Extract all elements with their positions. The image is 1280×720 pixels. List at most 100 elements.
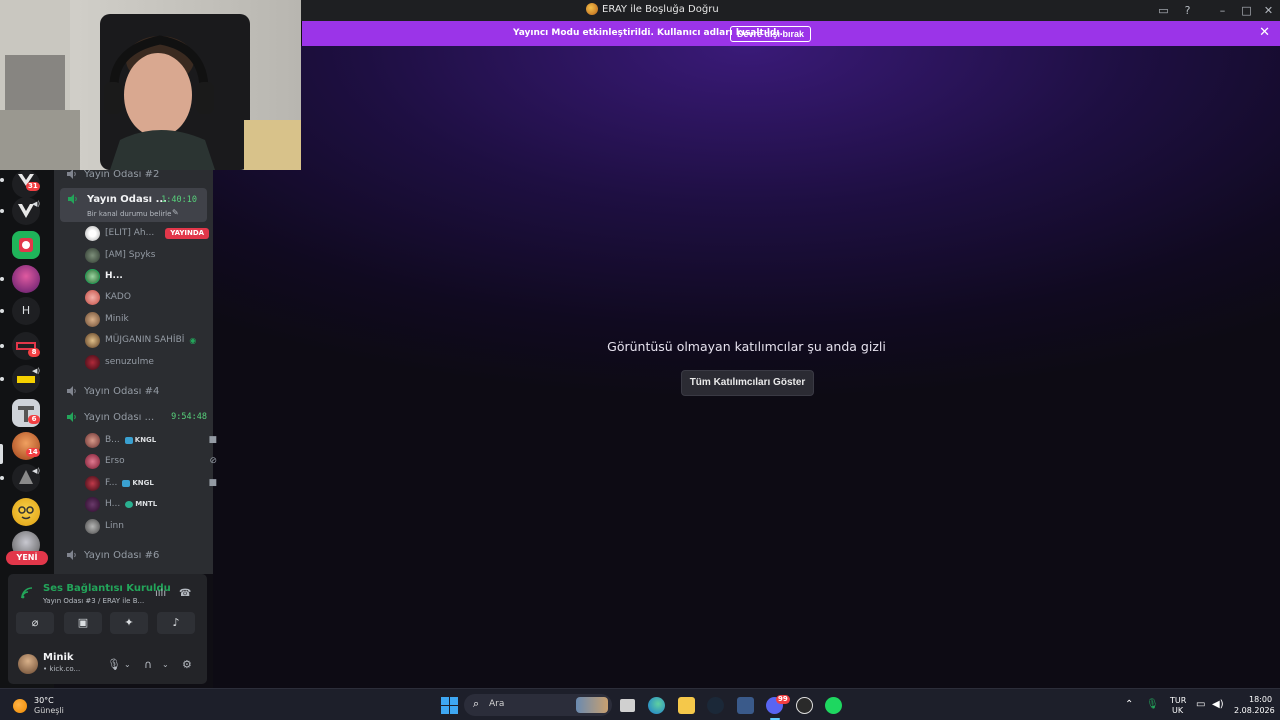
tag-label: KNGL [132, 479, 154, 487]
voice-member[interactable]: Linn [85, 517, 124, 535]
voice-member[interactable]: [AM] Spyks [85, 246, 155, 264]
close-banner-icon[interactable]: ✕ [1259, 26, 1270, 40]
edge-browser-icon[interactable] [648, 697, 665, 714]
inbox-icon[interactable]: ▭ [1157, 4, 1170, 17]
channel-timer: 1:40:10 [161, 195, 197, 205]
voice-member[interactable]: B... KNGL ■ [85, 431, 217, 449]
voice-member[interactable]: KADO [85, 288, 131, 306]
edit-pencil-icon[interactable]: ✎ [172, 208, 179, 217]
voice-channel[interactable]: Yayın Odası #4 [66, 382, 159, 400]
weather-description[interactable]: Güneşli [34, 706, 64, 715]
screen-share-button[interactable]: ▣ [64, 612, 102, 634]
taskbar-search[interactable]: ⌕ Ara [464, 694, 612, 716]
network-icon[interactable]: ▭ [1196, 699, 1205, 710]
voice-channel-path[interactable]: Yayın Odası #3 / ERAY ile B... [43, 597, 144, 605]
file-explorer-icon[interactable] [678, 697, 695, 714]
voice-member[interactable]: [ELIT] Ah... YAYINDA [85, 224, 210, 242]
voice-member[interactable]: H... [85, 267, 123, 285]
member-name: [AM] Spyks [105, 250, 156, 260]
voice-member[interactable]: H... MNTL [85, 495, 157, 513]
voice-member[interactable]: Minik [85, 310, 129, 328]
task-view-icon[interactable] [620, 699, 635, 712]
server-icon[interactable]: H [12, 297, 40, 325]
app-icon[interactable] [796, 697, 813, 714]
member-tag: KNGL [124, 436, 157, 444]
close-window-icon[interactable]: ✕ [1262, 4, 1275, 17]
avatar [85, 354, 100, 370]
clock-date[interactable]: 2.08.2026 [1234, 706, 1275, 715]
voice-connection-panel: Ses Bağlantısı Kuruldu Yayın Odası #3 / … [8, 574, 207, 684]
tag-label: KNGL [134, 436, 157, 444]
channel-name: Yayın Odası #6 [84, 549, 160, 561]
microphone-icon[interactable]: 🎙︎ [107, 658, 121, 671]
settings-gear-icon[interactable]: ⚙ [182, 658, 192, 671]
voice-channel[interactable]: Yayın Odası #6 [66, 546, 159, 564]
channel-status[interactable]: Bir kanal durumu belirle [87, 210, 171, 218]
tag-icon [122, 479, 131, 487]
avatar [85, 432, 100, 448]
show-all-participants-button[interactable]: Tüm Katılımcıları Göster [681, 370, 814, 396]
user-status[interactable]: • kick.co... [43, 665, 80, 673]
speaker-icon [66, 385, 78, 397]
selected-server-indicator [0, 444, 3, 464]
member-name: Linn [105, 521, 124, 531]
mention-badge: 14 [26, 448, 40, 457]
keyboard-language[interactable]: TUR [1170, 696, 1186, 705]
search-placeholder: Ara [489, 699, 505, 709]
activities-button[interactable]: ✦ [110, 612, 148, 634]
keyboard-layout[interactable]: UK [1172, 706, 1183, 715]
chevron-up-icon[interactable]: ⌃ [1125, 699, 1133, 710]
help-icon[interactable]: ? [1181, 4, 1194, 17]
minimize-icon[interactable]: – [1216, 4, 1229, 17]
soundboard-button[interactable]: ♪ [157, 612, 195, 634]
steam-icon[interactable] [707, 697, 724, 714]
server-icon[interactable] [12, 231, 40, 259]
mention-badge: 6 [28, 415, 40, 424]
channel-name: Yayın Odası ... [84, 411, 155, 423]
sun-icon[interactable] [13, 699, 27, 713]
speaker-icon [66, 549, 78, 561]
noise-suppression-icon[interactable]: ıılı [155, 588, 166, 599]
camera-off-button[interactable]: ⌀ [16, 612, 54, 634]
mention-badge: 31 [26, 182, 40, 191]
avatar [85, 332, 100, 348]
app-icon[interactable] [737, 697, 754, 714]
server-icon[interactable] [12, 265, 40, 293]
active-voice-channel[interactable]: Yayın Odası ... 1:40:10 Bir kanal durumu… [60, 188, 207, 222]
voice-member[interactable]: MÜJGANIN SAHİBİ ◉ [85, 331, 196, 349]
clock-time[interactable]: 18:00 [1249, 695, 1272, 704]
camera-icon: ■ [208, 478, 217, 488]
spotify-icon[interactable] [825, 697, 842, 714]
user-avatar[interactable] [18, 654, 38, 674]
avatar [85, 247, 100, 263]
voice-member[interactable]: F... KNGL ■ [85, 474, 217, 492]
unread-indicator [0, 209, 4, 213]
volume-icon[interactable]: ◀) [1212, 699, 1224, 710]
maximize-icon[interactable]: □ [1240, 4, 1253, 17]
member-name: [ELIT] Ah... [105, 228, 155, 238]
disconnect-icon[interactable]: ☎ [179, 588, 191, 599]
user-name[interactable]: Minik [43, 652, 74, 663]
signal-icon[interactable] [20, 586, 34, 600]
unread-indicator [0, 277, 4, 281]
member-name: H... [105, 499, 121, 509]
voice-status-title[interactable]: Ses Bağlantısı Kuruldu [43, 583, 171, 594]
voice-member[interactable]: senuzulme [85, 353, 154, 371]
member-name: KADO [105, 292, 131, 302]
new-servers-pill[interactable]: YENİ [6, 551, 48, 565]
member-name: H... [105, 271, 123, 281]
avatar [85, 518, 100, 534]
chevron-down-icon[interactable]: ⌄ [162, 660, 169, 669]
headphones-icon[interactable]: ∩ [144, 658, 152, 671]
microphone-tray-icon[interactable]: 🎙︎ [1146, 699, 1159, 710]
windows-start-icon[interactable] [441, 697, 458, 714]
streamer-mode-banner: Yayıncı Modu etkinleştirildi. Kullanıcı … [302, 21, 1280, 46]
voice-channel[interactable]: Yayın Odası ... 9:54:48 [66, 408, 207, 426]
weather-temperature[interactable]: 30°C [34, 696, 54, 705]
avatar [85, 268, 100, 284]
voice-member[interactable]: Erso ⊘ [85, 452, 217, 470]
server-icon[interactable] [12, 498, 40, 526]
avatar [85, 289, 100, 305]
disable-streamer-mode-button[interactable]: Devre dışı bırak [730, 26, 812, 42]
chevron-down-icon[interactable]: ⌄ [124, 660, 131, 669]
